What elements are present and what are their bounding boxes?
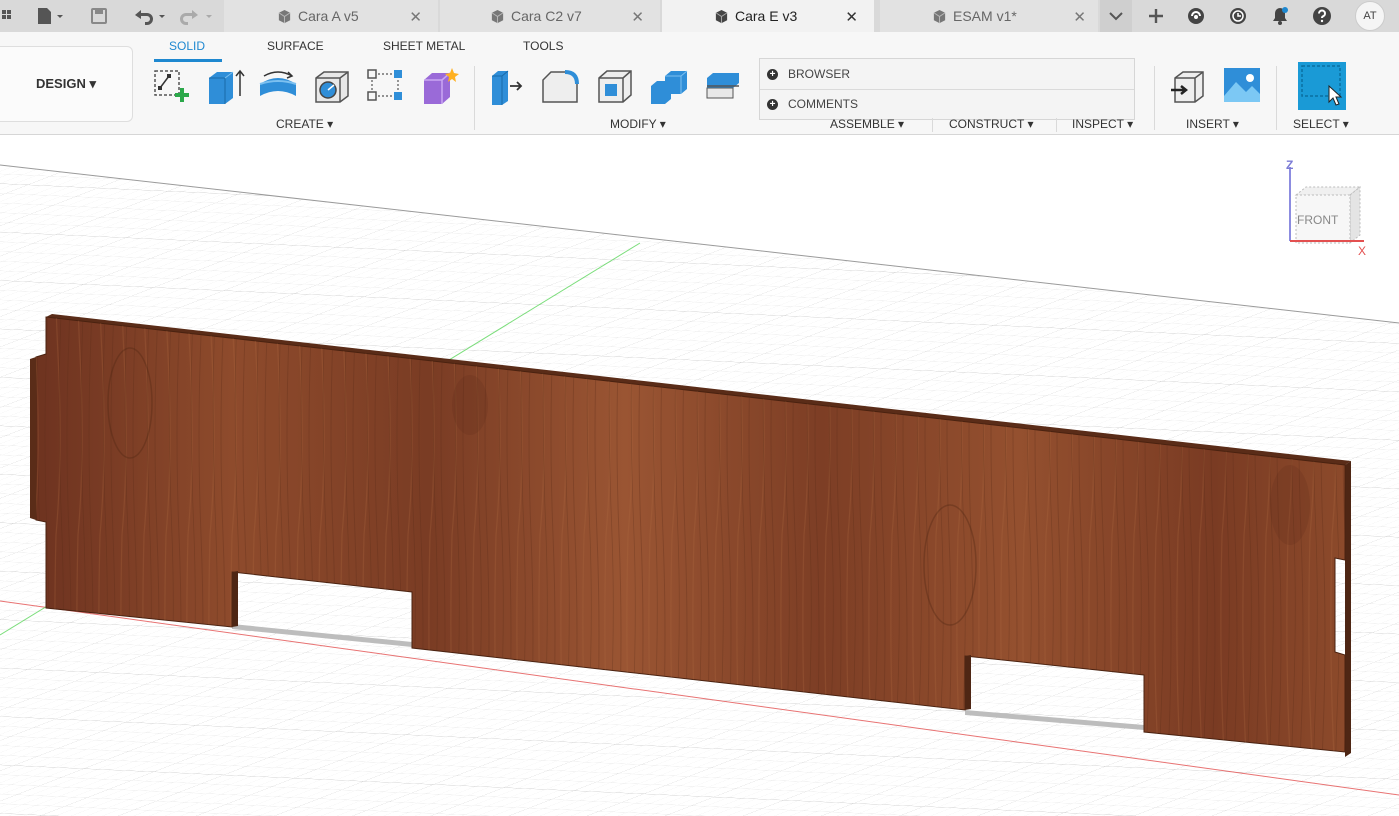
toolbar-ribbon: DESIGN ▾ SOLID SURFACE SHEET METAL TOOLS…	[0, 32, 1399, 135]
insert-group-label[interactable]: INSERT ▾	[1186, 117, 1239, 131]
browser-row[interactable]: + BROWSER	[760, 59, 1134, 90]
construct-group-label[interactable]: CONSTRUCT ▾	[949, 117, 1033, 131]
data-panel-grid-icon[interactable]	[0, 0, 14, 32]
expand-plus-icon[interactable]: +	[767, 98, 778, 110]
viewcube-navigation[interactable]: Z X FRONT	[1280, 155, 1370, 260]
user-avatar[interactable]: AT	[1354, 0, 1386, 32]
save-icon[interactable]	[86, 0, 112, 32]
pattern-icon[interactable]	[366, 66, 406, 106]
document-tab[interactable]: Cara C2 v7 ✕	[440, 0, 660, 32]
shell-icon[interactable]	[595, 66, 635, 106]
close-tab-icon[interactable]: ✕	[1073, 8, 1086, 26]
tab-tools[interactable]: TOOLS	[523, 39, 563, 53]
group-divider	[1276, 66, 1277, 130]
new-tab-plus-icon[interactable]	[1142, 0, 1170, 32]
tab-label: Cara C2 v7	[511, 8, 582, 24]
tab-label: ESAM v1*	[953, 8, 1017, 24]
component-cube-icon	[933, 9, 946, 23]
assemble-group-label[interactable]: ASSEMBLE ▾	[830, 117, 904, 131]
document-tab-active[interactable]: Cara E v3 ✕	[662, 0, 874, 32]
tab-surface[interactable]: SURFACE	[267, 39, 324, 53]
viewcube-front-face[interactable]: FRONT	[1297, 213, 1339, 227]
3d-canvas-viewport[interactable]: Z X FRONT	[0, 135, 1399, 816]
tab-solid[interactable]: SOLID	[169, 39, 205, 53]
combine-icon[interactable]	[649, 66, 689, 106]
press-pull-icon[interactable]	[488, 66, 528, 106]
job-status-clock-icon[interactable]	[1224, 0, 1252, 32]
extrude-icon[interactable]	[205, 66, 245, 106]
notifications-bell-icon[interactable]	[1266, 0, 1294, 32]
component-cube-icon	[491, 9, 504, 23]
extensions-icon[interactable]	[1182, 0, 1210, 32]
group-divider	[1056, 118, 1057, 132]
comments-label: COMMENTS	[788, 97, 858, 111]
revolve-icon[interactable]	[258, 66, 298, 106]
canvas-scene[interactable]	[0, 135, 1399, 816]
redo-icon[interactable]	[176, 0, 216, 32]
close-tab-icon[interactable]: ✕	[845, 8, 858, 26]
workspace-switcher[interactable]: DESIGN ▾	[0, 46, 133, 122]
create-group-label[interactable]: CREATE ▾	[276, 117, 333, 131]
browser-comments-panel: + BROWSER + COMMENTS	[759, 58, 1135, 120]
group-divider	[1154, 66, 1155, 130]
tab-label: Cara A v5	[298, 8, 359, 24]
document-tab-bar: Cara A v5 ✕ Cara C2 v7 ✕ Cara E v3 ✕ ESA…	[0, 0, 1399, 32]
insert-canvas-image-icon[interactable]	[1222, 66, 1262, 106]
group-divider	[932, 118, 933, 132]
expand-plus-icon[interactable]: +	[767, 68, 778, 80]
active-tab-underline	[154, 59, 222, 62]
tab-label: Cara E v3	[735, 8, 798, 24]
axis-z-label: Z	[1286, 158, 1293, 172]
comments-row[interactable]: + COMMENTS	[760, 89, 1134, 119]
tab-overflow-chevron-icon[interactable]	[1100, 0, 1132, 32]
insert-derive-icon[interactable]	[1169, 66, 1209, 106]
file-menu-icon[interactable]	[30, 0, 70, 32]
avatar-initials: AT	[1355, 1, 1385, 31]
select-group-label[interactable]: SELECT ▾	[1293, 117, 1349, 131]
undo-icon[interactable]	[128, 0, 170, 32]
offset-face-icon[interactable]	[703, 66, 743, 106]
select-tool-icon[interactable]	[1298, 62, 1348, 112]
inspect-group-label[interactable]: INSPECT ▾	[1072, 117, 1133, 131]
modify-group-label[interactable]: MODIFY ▾	[610, 117, 666, 131]
create-sketch-icon[interactable]	[152, 66, 192, 106]
group-divider	[474, 66, 475, 130]
fillet-icon[interactable]	[541, 66, 581, 106]
hole-icon[interactable]	[312, 66, 352, 106]
help-icon[interactable]	[1308, 0, 1336, 32]
document-tab[interactable]: Cara A v5 ✕	[224, 0, 438, 32]
axis-x-label: X	[1358, 244, 1366, 258]
close-tab-icon[interactable]: ✕	[631, 8, 644, 26]
close-tab-icon[interactable]: ✕	[409, 8, 422, 26]
component-cube-icon	[278, 9, 291, 23]
document-tab[interactable]: ESAM v1* ✕	[880, 0, 1098, 32]
create-form-icon[interactable]	[420, 66, 460, 106]
browser-label: BROWSER	[788, 67, 851, 81]
tab-sheet-metal[interactable]: SHEET METAL	[383, 39, 465, 53]
component-cube-icon	[715, 9, 728, 23]
